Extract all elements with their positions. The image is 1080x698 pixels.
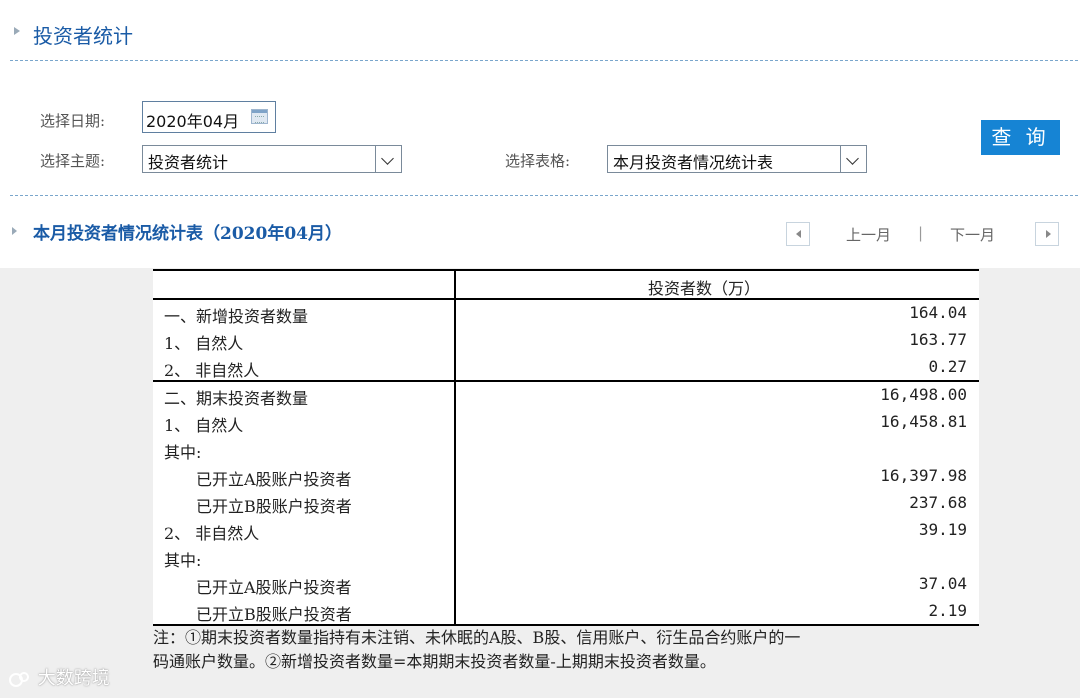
date-label: 选择日期: [40,112,106,130]
section-arrow-icon [12,227,17,235]
row-label: 1、 自然人 [164,416,244,435]
row-value: 237.68 [909,493,967,512]
date-picker[interactable]: 2020年04月 [142,101,276,133]
column-header: 投资者数（万） [648,279,761,298]
topic-label: 选择主题: [40,152,106,170]
divider [10,195,1078,196]
divider [10,60,1078,61]
row-label: 2、 非自然人 [164,524,260,543]
row-label: 已开立B股账户投资者 [196,605,352,624]
row-label: 已开立A股账户投资者 [196,470,352,489]
group-divider [153,380,979,382]
column-divider [454,269,456,626]
row-label: 已开立B股账户投资者 [196,497,352,516]
row-value: 164.04 [909,303,967,322]
row-label: 其中: [164,551,202,570]
row-label: 一、新增投资者数量 [164,307,309,326]
chevron-down-icon[interactable] [375,146,401,172]
title-arrow-icon [14,27,20,35]
table-label: 选择表格: [505,152,571,170]
table-note: 注：①期末投资者数量指持有未注销、未休眠的A股、B股、信用账户、衍生品合约账户的… [153,626,979,674]
note-line-2: 码通账户数量。②新增投资者数量=本期期末投资者数量-上期期末投资者数量。 [153,652,716,671]
row-value: 39.19 [918,520,967,539]
table-select[interactable]: 本月投资者情况统计表 [607,145,867,173]
row-value: 2.19 [928,601,967,620]
watermark: 大数跨境 [8,664,110,690]
row-label: 已开立A股账户投资者 [196,578,352,597]
table-selected: 本月投资者情况统计表 [613,153,774,172]
watermark-text: 大数跨境 [37,668,110,689]
row-value: 16,397.98 [880,466,967,485]
row-value: 16,498.00 [880,385,967,404]
prev-month-link[interactable]: 上一月 [846,224,891,245]
section-title: 本月投资者情况统计表（2020年04月） [33,224,342,244]
row-label: 2、 非自然人 [164,361,260,380]
topic-selected: 投资者统计 [148,153,229,172]
calendar-icon[interactable] [251,109,268,124]
row-value: 163.77 [909,330,967,349]
header-divider [153,298,979,300]
row-label: 1、 自然人 [164,334,244,353]
next-month-button[interactable] [1035,222,1059,246]
row-value: 37.04 [918,574,967,593]
topic-select[interactable]: 投资者统计 [142,145,402,173]
chevron-left-icon [796,230,801,238]
chevron-right-icon [1046,230,1051,238]
next-month-link[interactable]: 下一月 [950,224,995,245]
chevron-down-icon[interactable] [840,146,866,172]
row-value: 0.27 [928,357,967,376]
table-top-border [153,269,979,271]
note-line-1: 注：①期末投资者数量指持有未注销、未休眠的A股、B股、信用账户、衍生品合约账户的… [153,628,801,647]
prev-month-button[interactable] [786,222,810,246]
row-label: 二、期末投资者数量 [164,389,309,408]
watermark-logo-icon [9,672,29,687]
nav-separator: | [918,224,924,242]
row-label: 其中: [164,443,202,462]
date-value: 2020年04月 [146,112,240,131]
page-title: 投资者统计 [33,24,133,48]
query-button[interactable]: 查 询 [981,120,1060,155]
row-value: 16,458.81 [880,412,967,431]
